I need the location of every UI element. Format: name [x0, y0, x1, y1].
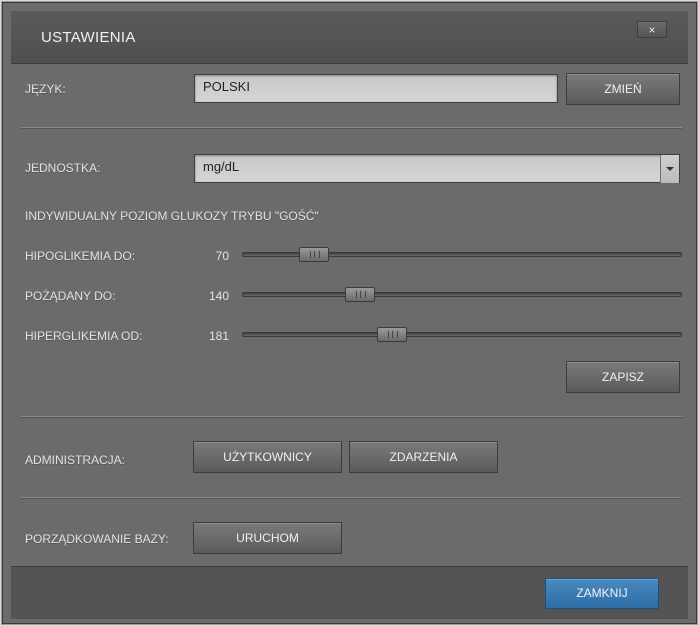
desired-slider-handle[interactable] — [344, 287, 375, 302]
guest-levels-heading: INDYWIDUALNY POZIOM GLUKOZY TRYBU "GOŚĆ" — [25, 209, 319, 223]
hyperglycemia-label: HIPERGLIKEMIA OD: — [25, 329, 143, 343]
hyperglycemia-slider[interactable] — [242, 332, 682, 337]
change-language-button[interactable]: ZMIEŃ — [566, 73, 680, 105]
save-button[interactable]: ZAPISZ — [566, 361, 680, 393]
language-field: POLSKI — [194, 74, 558, 103]
divider — [21, 497, 682, 499]
dialog-footer: ZAMKNIJ — [11, 566, 688, 619]
users-button[interactable]: UŻYTKOWNICY — [193, 441, 342, 473]
hyperglycemia-value: 181 — [208, 329, 229, 343]
hypoglycemia-label: HIPOGLIKEMIA DO: — [25, 249, 136, 263]
database-label: PORZĄDKOWANIE BAZY: — [25, 532, 169, 546]
desired-label: POŻĄDANY DO: — [25, 289, 116, 303]
hypoglycemia-value: 70 — [215, 249, 229, 263]
language-label: JĘZYK: — [25, 82, 66, 96]
divider — [21, 127, 682, 129]
unit-select-value: mg/dL — [203, 159, 240, 174]
run-cleanup-button[interactable]: URUCHOM — [193, 522, 342, 554]
unit-select[interactable]: mg/dL — [194, 154, 680, 183]
title-bar: USTAWIENIA × — [11, 11, 688, 64]
settings-dialog: USTAWIENIA × JĘZYK: POLSKI ZMIEŃ JEDNOST… — [2, 2, 697, 624]
chevron-down-icon[interactable] — [660, 155, 679, 183]
hyperglycemia-slider-handle[interactable] — [377, 327, 408, 342]
close-icon[interactable]: × — [637, 21, 667, 38]
close-button[interactable]: ZAMKNIJ — [545, 578, 659, 609]
administration-label: ADMINISTRACJA: — [25, 453, 126, 467]
hypoglycemia-slider-handle[interactable] — [299, 247, 330, 262]
events-button[interactable]: ZDARZENIA — [349, 441, 498, 473]
unit-label: JEDNOSTKA: — [25, 161, 101, 175]
desired-value: 140 — [208, 289, 229, 303]
desired-slider[interactable] — [242, 292, 682, 297]
divider — [21, 416, 682, 418]
dialog-title: USTAWIENIA — [41, 29, 136, 46]
